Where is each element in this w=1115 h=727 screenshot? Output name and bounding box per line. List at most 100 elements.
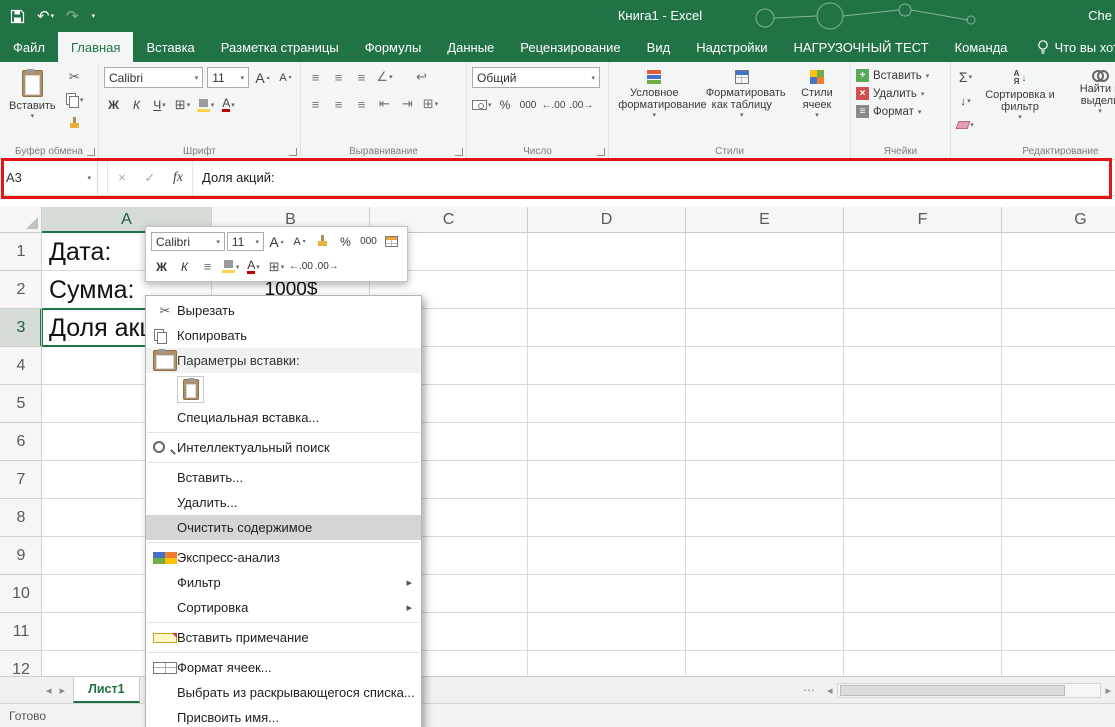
menu-item-delete[interactable]: Удалить... [146, 490, 421, 515]
column-header-g[interactable]: G [1002, 207, 1115, 233]
mini-font-size-combo[interactable]: 11▾ [227, 232, 264, 251]
sheet-tab-list1[interactable]: Лист1 [73, 677, 139, 703]
mini-fill-color-button[interactable]: ▾ [220, 256, 241, 278]
menu-item-clear-contents[interactable]: Очистить содержимое [146, 515, 421, 540]
align-left-button[interactable]: ≡ [306, 94, 325, 114]
delete-cells-button[interactable]: × Удалить ▾ [856, 87, 945, 100]
decrease-decimal-button[interactable]: .00→ [569, 95, 593, 115]
tab-data[interactable]: Данные [434, 32, 507, 62]
mini-borders-button[interactable]: ⊞▾ [266, 256, 287, 278]
row-header-12[interactable]: 12 [0, 651, 42, 676]
mini-decrease-decimal-button[interactable]: .00→ [315, 256, 339, 278]
mini-italic-button[interactable]: К [174, 256, 195, 278]
undo-button[interactable]: ↶▾ [37, 9, 54, 24]
orientation-button[interactable]: ∠▾ [375, 67, 394, 87]
menu-item-cut[interactable]: ✂Вырезать [146, 298, 421, 323]
scroll-right-icon[interactable]: ▸ [1105, 684, 1111, 697]
row-header-1[interactable]: 1 [0, 233, 42, 271]
row-header-11[interactable]: 11 [0, 613, 42, 651]
mini-bold-button[interactable]: Ж [151, 256, 172, 278]
scrollbar-track[interactable] [837, 683, 1102, 698]
mini-shrink-font-button[interactable]: А▾ [289, 231, 310, 253]
align-right-button[interactable]: ≡ [352, 94, 371, 114]
number-format-combo[interactable]: Общий▾ [472, 67, 600, 88]
customize-qat-button[interactable]: ▾ [91, 13, 96, 20]
fill-color-button[interactable]: ▾ [196, 95, 215, 115]
tab-review[interactable]: Рецензирование [507, 32, 633, 62]
font-size-combo[interactable]: 11▾ [207, 67, 249, 88]
mini-format-table-button[interactable] [381, 231, 402, 253]
row-header-8[interactable]: 8 [0, 499, 42, 537]
menu-item-insert[interactable]: Вставить... [146, 465, 421, 490]
tab-page-layout[interactable]: Разметка страницы [208, 32, 352, 62]
mini-format-painter-button[interactable] [312, 231, 333, 253]
shrink-font-button[interactable]: А▾ [276, 68, 295, 88]
row-header-5[interactable]: 5 [0, 385, 42, 423]
mini-font-name-combo[interactable]: Calibri▾ [151, 232, 225, 251]
menu-item-format-cells[interactable]: Формат ячеек... [146, 655, 421, 680]
cut-button[interactable]: ✂ [65, 67, 84, 87]
column-header-e[interactable]: E [686, 207, 844, 233]
borders-button[interactable]: ⊞▾ [173, 95, 192, 115]
dialog-launcher-icon[interactable] [597, 148, 605, 156]
row-header-7[interactable]: 7 [0, 461, 42, 499]
format-cells-button[interactable]: ≡ Формат ▾ [856, 105, 945, 118]
mini-font-color-button[interactable]: А▾ [243, 256, 264, 278]
autosum-button[interactable]: Σ▾ [956, 67, 975, 87]
column-header-f[interactable]: F [844, 207, 1002, 233]
menu-item-paste-special[interactable]: Специальная вставка... [146, 405, 421, 430]
menu-item-pick-from-list[interactable]: Выбрать из раскрывающегося списка... [146, 680, 421, 705]
align-top-button[interactable]: ≡ [306, 67, 325, 87]
menu-item-copy[interactable]: Копировать [146, 323, 421, 348]
row-header-3[interactable]: 3 [0, 309, 42, 347]
grow-font-button[interactable]: А▴ [253, 68, 272, 88]
align-center-button[interactable]: ≡ [329, 94, 348, 114]
mini-comma-button[interactable]: 000 [358, 231, 379, 253]
copy-button[interactable]: ▾ [65, 90, 84, 110]
column-header-d[interactable]: D [528, 207, 686, 233]
tab-insert[interactable]: Вставка [133, 32, 207, 62]
menu-item-sort[interactable]: Сортировка▸ [146, 595, 421, 620]
comma-style-button[interactable]: 000 [519, 95, 538, 115]
tab-team[interactable]: Команда [942, 32, 1021, 62]
merge-center-button[interactable]: ⊞▾ [421, 94, 440, 114]
tab-view[interactable]: Вид [634, 32, 684, 62]
save-button[interactable] [10, 9, 25, 24]
conditional-formatting-button[interactable]: Условное форматирование ▾ [614, 67, 695, 122]
sheet-nav-right-icon[interactable]: ▸ [60, 684, 66, 697]
bold-button[interactable]: Ж [104, 95, 123, 115]
clear-button[interactable]: ▾ [956, 115, 975, 135]
scrollbar-thumb[interactable] [840, 685, 1065, 696]
align-middle-button[interactable]: ≡ [329, 67, 348, 87]
font-name-combo[interactable]: Calibri▾ [104, 67, 203, 88]
increase-decimal-button[interactable]: ←.00 [542, 95, 566, 115]
scroll-left-icon[interactable]: ◂ [827, 684, 833, 697]
mini-grow-font-button[interactable]: А▴ [266, 231, 287, 253]
mini-increase-decimal-button[interactable]: ←.00 [289, 256, 313, 278]
increase-indent-button[interactable]: ⇥ [398, 94, 417, 114]
tab-formulas[interactable]: Формулы [352, 32, 435, 62]
format-as-table-button[interactable]: Форматировать как таблицу ▾ [700, 67, 784, 122]
menu-item-filter[interactable]: Фильтр▸ [146, 570, 421, 595]
dialog-launcher-icon[interactable] [455, 148, 463, 156]
menu-item-insert-comment[interactable]: Вставить примечание [146, 625, 421, 650]
accounting-format-button[interactable]: ▾ [472, 95, 492, 115]
row-header-4[interactable]: 4 [0, 347, 42, 385]
tell-me[interactable]: Что вы хотите сдел [1037, 32, 1115, 62]
italic-button[interactable]: К [127, 95, 146, 115]
sort-filter-button[interactable]: АЯ ↓ Сортировка и фильтр ▾ [980, 67, 1060, 124]
paste-option-button[interactable] [177, 376, 204, 403]
tab-load-test[interactable]: НАГРУЗОЧНЫЙ ТЕСТ [781, 32, 942, 62]
dialog-launcher-icon[interactable] [289, 148, 297, 156]
format-painter-button[interactable] [65, 113, 84, 133]
wrap-text-button[interactable]: ↩ [412, 67, 431, 87]
tab-file[interactable]: Файл [0, 32, 58, 62]
mini-center-align-button[interactable]: ≡ [197, 256, 218, 278]
decrease-indent-button[interactable]: ⇤ [375, 94, 394, 114]
tab-home[interactable]: Главная [58, 32, 133, 62]
dialog-launcher-icon[interactable] [87, 148, 95, 156]
fill-button[interactable]: ↓▾ [956, 91, 975, 111]
row-header-6[interactable]: 6 [0, 423, 42, 461]
percent-style-button[interactable]: % [496, 95, 515, 115]
row-header-10[interactable]: 10 [0, 575, 42, 613]
